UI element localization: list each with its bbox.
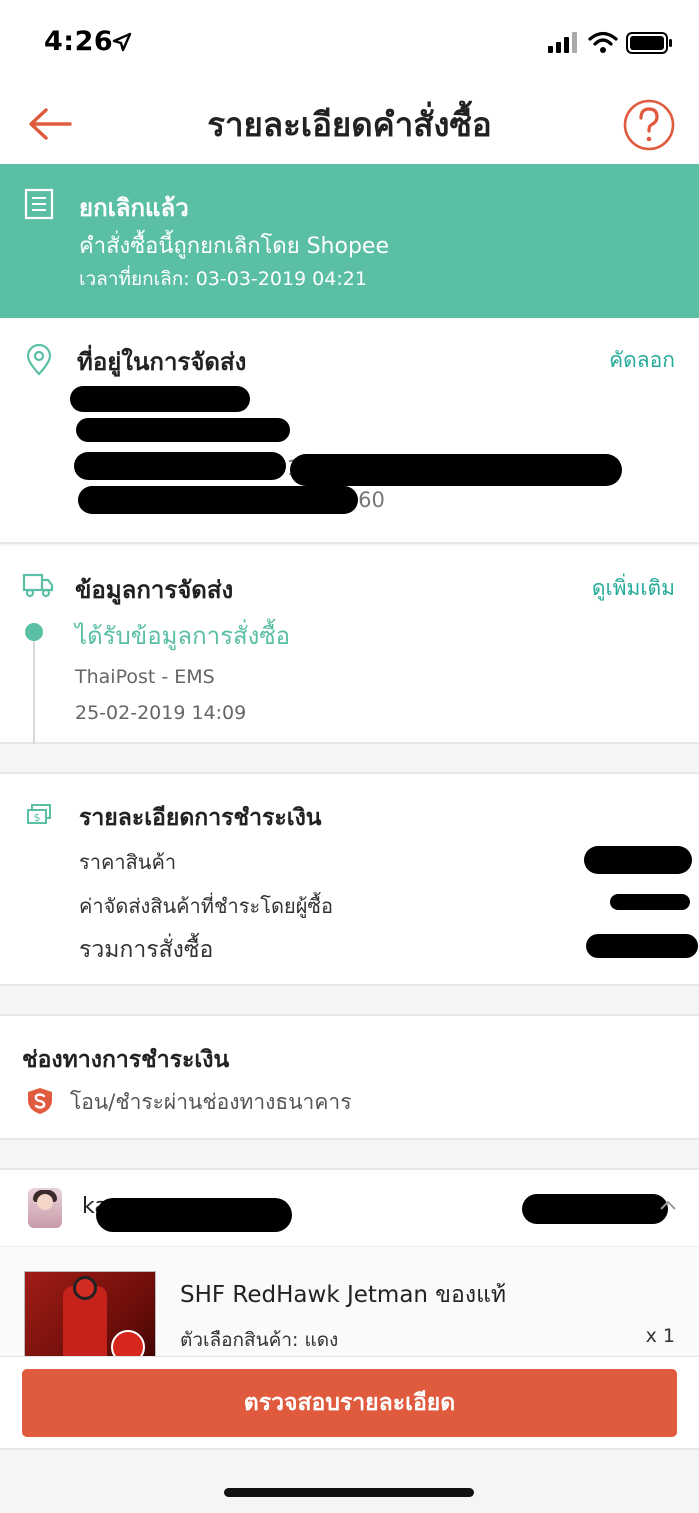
truck-icon — [22, 573, 54, 598]
status-time: 4:26 — [44, 26, 114, 57]
shop-avatar — [28, 1188, 62, 1228]
timeline-dot — [25, 623, 43, 641]
product-price-label: ราคาสินค้า — [79, 850, 177, 874]
shipping-status: ได้รับข้อมูลการสั่งซื้อ — [75, 622, 291, 650]
view-more-button[interactable]: ดูเพิ่มเติม — [592, 572, 675, 605]
svg-text:$: $ — [34, 811, 41, 824]
redaction-mark — [76, 418, 290, 442]
bottom-action-bar: ตรวจสอบรายละเอียด — [0, 1356, 699, 1450]
redaction-mark — [78, 486, 358, 514]
order-status-banner: ยกเลิกแล้ว คำสั่งซื้อนี้ถูกยกเลิกโดย Sho… — [0, 164, 699, 318]
cellular-signal-icon — [548, 32, 577, 53]
redaction-mark — [290, 454, 622, 486]
payment-detail-section: $ รายละเอียดการชำระเงิน ราคาสินค้า ค่าจั… — [0, 772, 699, 986]
app-header: รายละเอียดคำสั่งซื้อ — [0, 86, 699, 164]
redaction-mark — [522, 1194, 668, 1224]
shipping-info-section: ข้อมูลการจัดส่ง ดูเพิ่มเติม ได้รับข้อมูล… — [0, 546, 699, 744]
home-indicator — [224, 1488, 474, 1497]
redaction-mark — [96, 1198, 292, 1232]
cancelled-status: ยกเลิกแล้ว — [79, 194, 189, 222]
status-bar: 4:26 — [0, 0, 699, 86]
product-name: SHF RedHawk Jetman ของแท้ — [180, 1282, 507, 1308]
location-pin-icon — [26, 344, 52, 376]
cancel-time: เวลาที่ยกเลิก: 03-03-2019 04:21 — [79, 268, 367, 290]
payment-method-title: ช่องทางการชำระเงิน — [22, 1047, 230, 1073]
payment-detail-title: รายละเอียดการชำระเงิน — [79, 805, 322, 831]
shipping-carrier: ThaiPost - EMS — [75, 666, 215, 688]
check-details-button[interactable]: ตรวจสอบรายละเอียด — [22, 1369, 677, 1437]
timeline-line — [33, 641, 35, 744]
shipping-datetime: 25-02-2019 14:09 — [75, 702, 247, 724]
redaction-mark — [74, 452, 286, 480]
order-total-label: รวมการสั่งซื้อ — [79, 937, 214, 963]
product-quantity: x 1 — [645, 1325, 675, 1347]
money-icon: $ — [27, 804, 51, 824]
redaction-mark — [70, 386, 250, 412]
payment-method-value: โอน/ชำระผ่านช่องทางธนาคาร — [70, 1090, 352, 1114]
battery-icon — [626, 32, 672, 54]
shipping-title: ข้อมูลการจัดส่ง — [75, 576, 234, 604]
chevron-up-icon[interactable] — [659, 1198, 677, 1212]
page-title: รายละเอียดคำสั่งซื้อ — [207, 105, 492, 144]
product-option: ตัวเลือกสินค้า: แดง — [180, 1329, 339, 1351]
shipping-fee-label: ค่าจัดส่งสินค้าที่ชำระโดยผู้ซื้อ — [79, 894, 334, 918]
redaction-mark — [586, 934, 698, 958]
payment-method-section: ช่องทางการชำระเงิน โอน/ชำระผ่านช่องทางธน… — [0, 1014, 699, 1140]
wifi-icon — [588, 31, 618, 53]
product-item[interactable]: SHF RedHawk Jetman ของแท้ ตัวเลือกสินค้า… — [0, 1246, 699, 1356]
shipping-address-section: ที่อยู่ในการจัดส่ง คัดลอก 101/3 10160 — [0, 318, 699, 544]
copy-address-button[interactable]: คัดลอก — [609, 344, 675, 377]
document-icon — [24, 188, 54, 220]
shop-row[interactable]: ka — [0, 1168, 699, 1246]
redaction-mark — [584, 846, 692, 874]
help-icon[interactable] — [622, 98, 676, 152]
address-title: ที่อยู่ในการจัดส่ง — [77, 348, 247, 376]
cancel-message: คำสั่งซื้อนี้ถูกยกเลิกโดย Shopee — [79, 234, 389, 259]
shield-s-icon — [28, 1088, 52, 1114]
redaction-mark — [610, 894, 690, 910]
product-thumbnail — [24, 1271, 156, 1356]
location-arrow-icon — [112, 32, 132, 52]
